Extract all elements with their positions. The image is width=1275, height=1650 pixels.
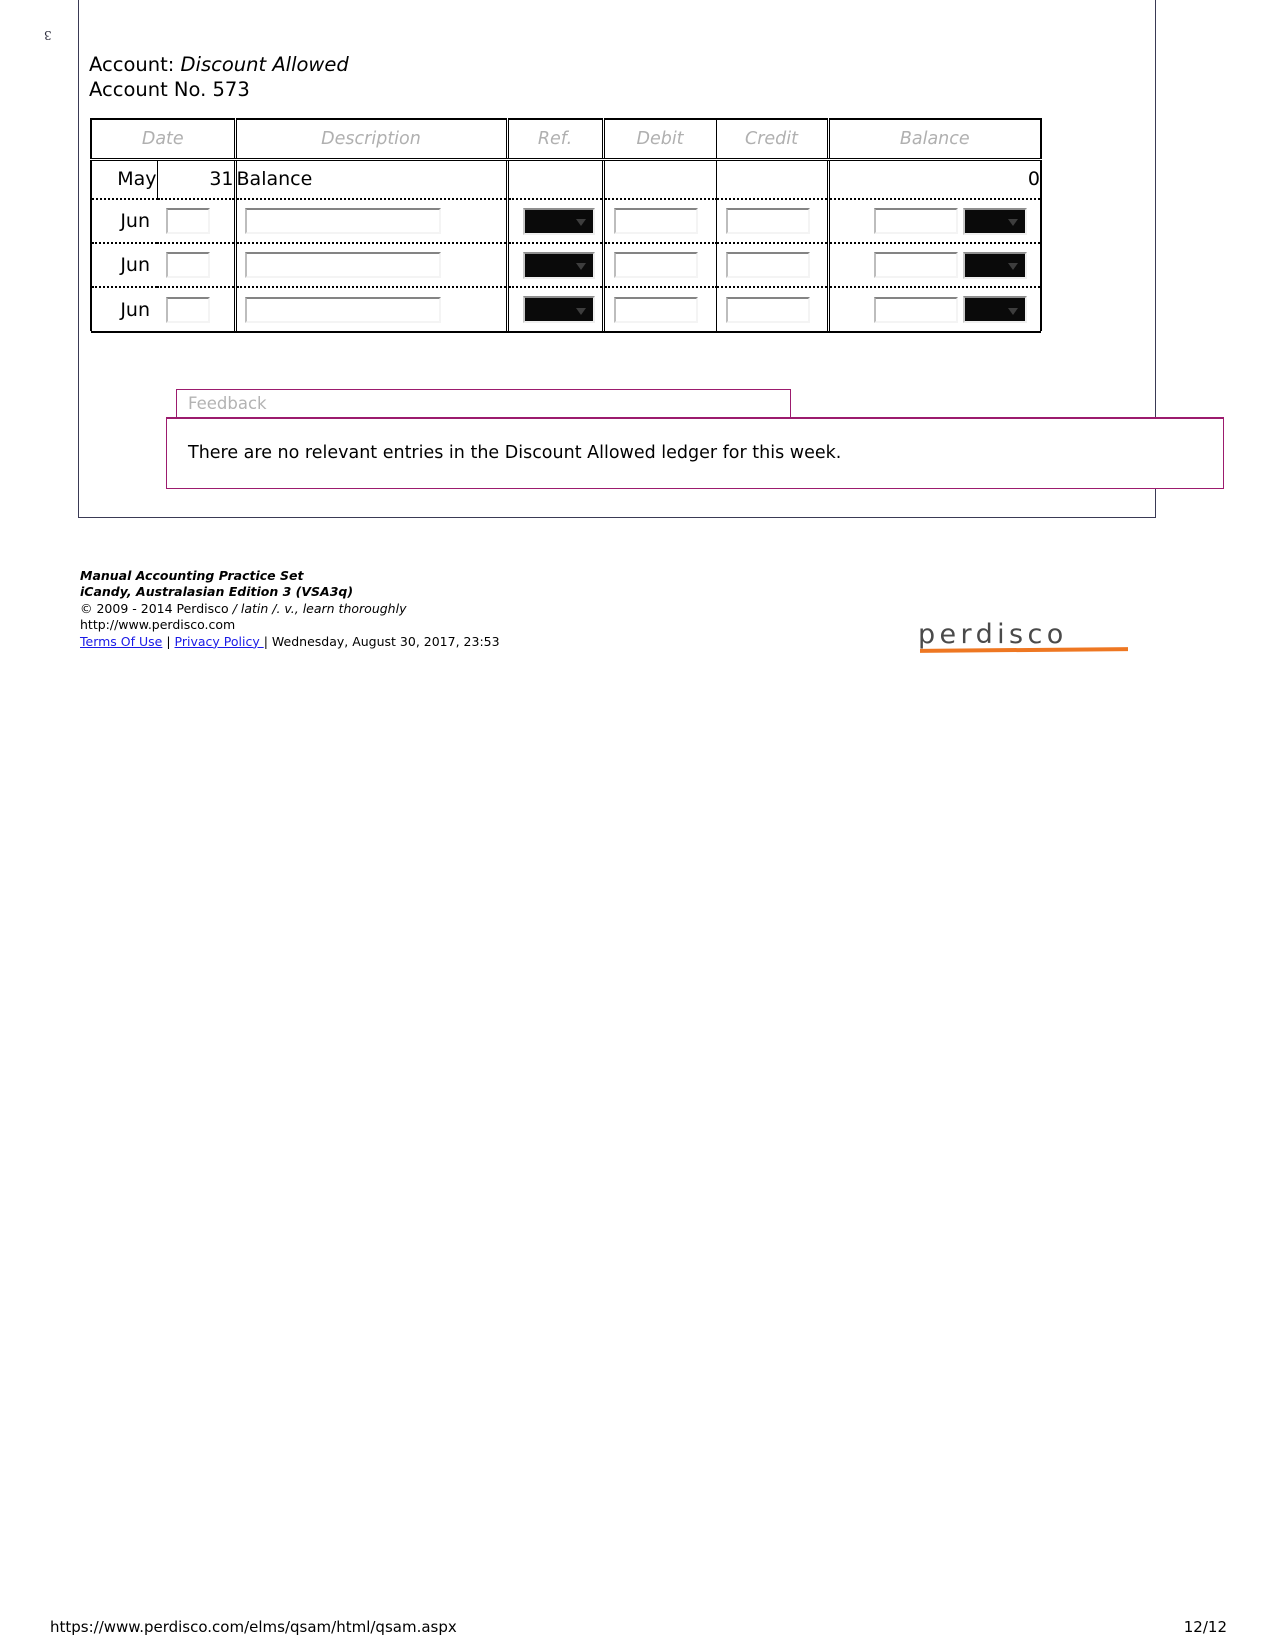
balance-select-3[interactable] <box>962 296 1027 323</box>
ref-select-1[interactable] <box>522 207 595 235</box>
perdisco-logo: perdisco <box>918 619 1130 653</box>
ref-select-2[interactable] <box>522 251 595 279</box>
day-input-1[interactable] <box>166 208 210 234</box>
opening-balance-row: May 31 Balance 0 <box>90 159 1043 200</box>
perdisco-logo-text: perdisco <box>918 619 1068 650</box>
footer-website: http://www.perdisco.com <box>80 617 236 633</box>
balance-input-2[interactable] <box>873 252 958 278</box>
opening-description: Balance <box>233 159 508 200</box>
terms-of-use-link[interactable]: Terms Of Use <box>80 634 162 649</box>
footer-product-line: Manual Accounting Practice Set <box>80 568 304 583</box>
description-input-3[interactable] <box>244 296 441 323</box>
footer-edition-line: iCandy, Australasian Edition 3 (VSA3q) <box>80 584 354 600</box>
credit-input-2[interactable] <box>725 252 810 278</box>
entry-month-2: Jun <box>90 243 157 288</box>
day-input-3[interactable] <box>166 296 210 323</box>
footer-links-line: Terms Of Use | Privacy Policy | Wednesda… <box>80 634 500 650</box>
feedback-panel: There are no relevant entries in the Dis… <box>166 417 1224 489</box>
balance-input-3[interactable] <box>873 296 958 323</box>
footer-copyright-line: © 2009 - 2014 Perdisco / latin /. v., le… <box>80 601 500 617</box>
credit-input-1[interactable] <box>725 208 810 234</box>
footer-separator-2: | <box>263 633 272 649</box>
column-header-date: Date <box>89 118 236 161</box>
perdisco-logo-underline <box>920 647 1128 653</box>
page-marker: 3 <box>44 28 52 42</box>
feedback-tab[interactable]: Feedback <box>176 389 791 418</box>
debit-input-2[interactable] <box>613 252 698 278</box>
ledger-header-row: Date Description Ref. Debit Credit Balan… <box>89 118 1043 161</box>
footer-timestamp: Wednesday, August 30, 2017, 23:53 <box>271 633 500 649</box>
balance-select-1[interactable] <box>962 207 1027 235</box>
credit-input-3[interactable] <box>725 296 810 323</box>
table-bottom-rule <box>91 330 1042 333</box>
document-footer: Manual Accounting Practice Set iCandy, A… <box>80 568 500 650</box>
footer-tagline: / latin /. v., learn thoroughly <box>232 600 407 616</box>
table-row: Jun <box>90 199 1043 244</box>
opening-ref <box>505 159 604 200</box>
entry-month-3: Jun <box>90 287 157 331</box>
table-row: Jun <box>90 287 1043 331</box>
balance-input-1[interactable] <box>873 208 958 234</box>
footer-copyright: © 2009 - 2014 Perdisco <box>80 600 233 616</box>
opening-month: May <box>90 159 157 200</box>
account-number-line: Account No. 573 <box>89 77 1149 102</box>
feedback-message: There are no relevant entries in the Dis… <box>188 443 842 463</box>
entry-month-1: Jun <box>90 199 157 244</box>
description-input-2[interactable] <box>244 252 441 278</box>
footer-separator-1: | <box>162 633 175 649</box>
opening-debit <box>601 159 717 200</box>
content-area: Account: Discount Allowed Account No. 57… <box>89 0 1149 333</box>
account-number-value: 573 <box>212 78 250 101</box>
column-header-balance: Balance <box>826 118 1043 161</box>
ledger-table: Date Description Ref. Debit Credit Balan… <box>89 118 1043 333</box>
column-header-description: Description <box>233 118 508 161</box>
privacy-policy-link[interactable]: Privacy Policy <box>175 634 264 649</box>
account-number-label: Account No. <box>89 78 207 101</box>
description-input-1[interactable] <box>244 208 441 234</box>
print-footer-page: 12/12 <box>1183 1618 1227 1636</box>
opening-day: 31 <box>156 159 236 200</box>
debit-input-1[interactable] <box>613 208 698 234</box>
column-header-ref: Ref. <box>505 118 604 161</box>
ledger-table-wrapper: Date Description Ref. Debit Credit Balan… <box>89 118 1043 333</box>
ref-select-3[interactable] <box>522 296 595 323</box>
opening-balance: 0 <box>826 159 1043 200</box>
account-label: Account: <box>89 53 175 76</box>
practice-set-frame: Account: Discount Allowed Account No. 57… <box>78 0 1224 518</box>
column-header-credit: Credit <box>715 118 829 161</box>
opening-credit <box>715 159 829 200</box>
debit-input-3[interactable] <box>613 296 698 323</box>
balance-select-2[interactable] <box>962 251 1027 279</box>
column-header-debit: Debit <box>601 118 717 161</box>
day-input-2[interactable] <box>166 252 210 278</box>
table-row: Jun <box>90 243 1043 288</box>
account-heading: Account: Discount Allowed <box>89 0 1149 77</box>
account-name: Discount Allowed <box>180 53 349 76</box>
print-footer-url: https://www.perdisco.com/elms/qsam/html/… <box>50 1618 457 1636</box>
